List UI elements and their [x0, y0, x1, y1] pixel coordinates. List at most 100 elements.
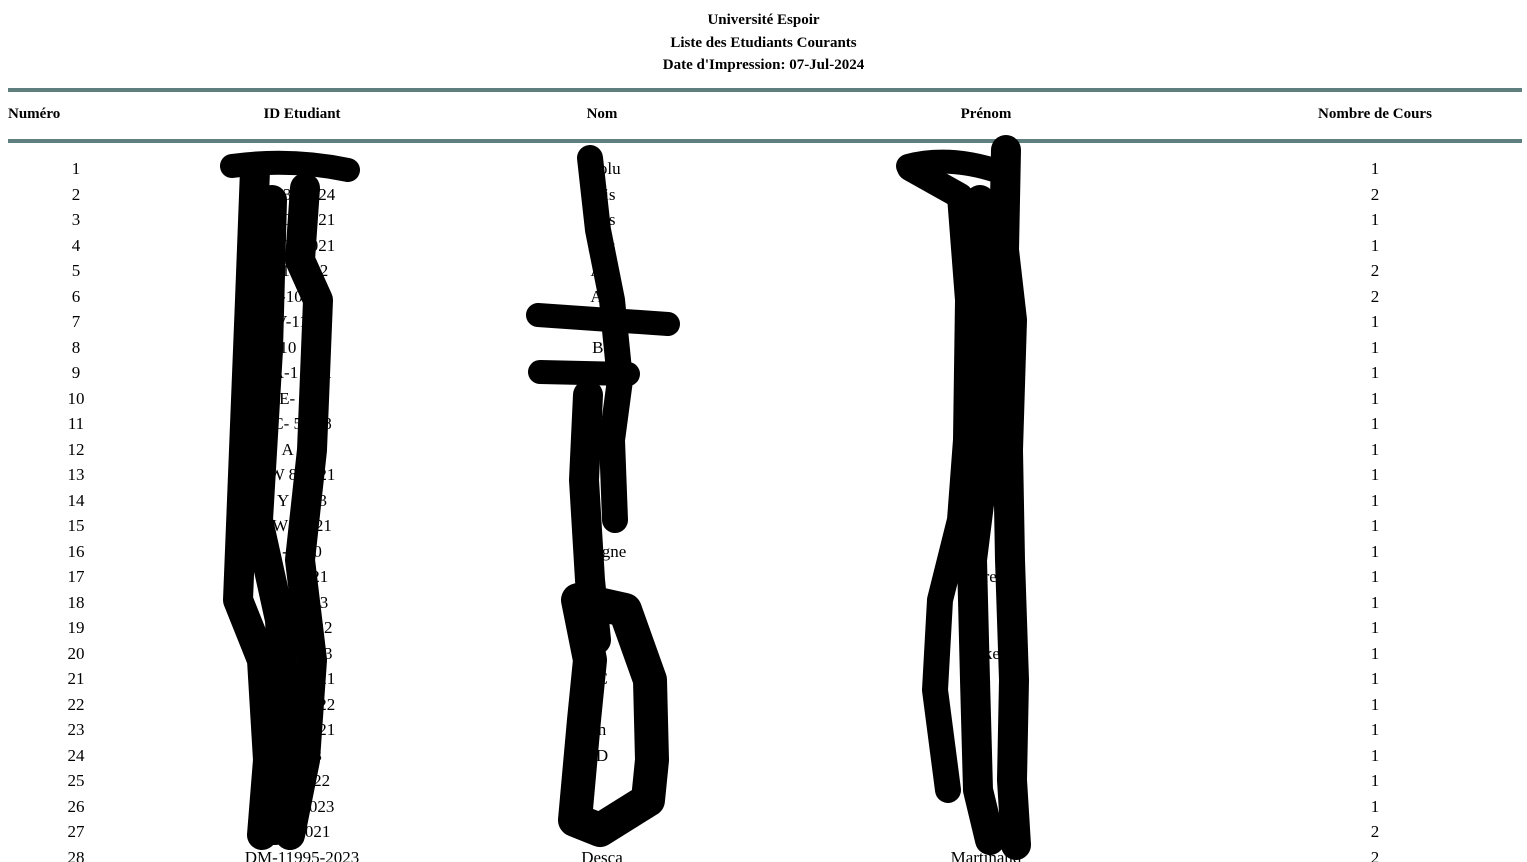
cell-numero: 14: [67, 490, 85, 510]
cell-nombre-de-cours: 1: [1370, 618, 1380, 637]
table-row: 2 -13 -2024 A is e 2: [8, 182, 1522, 208]
cell-nombre-de-cours: 1: [1370, 210, 1380, 229]
cell-nombre-de-cours: 1: [1370, 720, 1380, 739]
cell-prenom: r: [983, 796, 989, 816]
header-bottom-rule: [8, 139, 1522, 143]
cell-nom: A is: [588, 184, 616, 204]
institution-name: Université Espoir: [707, 12, 820, 28]
cell-numero: 1: [71, 159, 81, 178]
column-header-id-etudiant: ID Etudiant: [263, 106, 341, 122]
cell-numero: 25: [67, 771, 85, 790]
student-table-body: 1A olu rvens 1 2 -13 -2024 A is e 2 3 -10 -2021 A …: [8, 156, 1522, 862]
cell-id-etudiant: W 8 2021: [268, 465, 336, 484]
cell-numero: 24: [67, 745, 85, 765]
cell-id-etudiant: -10 22: [280, 286, 324, 306]
cell-numero: 9: [71, 363, 81, 382]
cell-id-etudiant: 37-2021: [273, 822, 331, 841]
table-row: 8 -10 7 22 Bo Jo y 1: [8, 335, 1522, 361]
cell-nombre-de-cours: 1: [1370, 439, 1380, 459]
cell-numero: 22: [67, 694, 85, 714]
cell-nombre-de-cours: 2: [1370, 184, 1380, 204]
cell-id-etudiant: -10 -2022: [268, 694, 336, 714]
cell-prenom: e: [982, 184, 990, 204]
cell-nombre-de-cours: 1: [1370, 312, 1380, 331]
cell-prenom: L: [980, 669, 992, 688]
cell-id-etudiant: V-11 23: [275, 312, 329, 331]
table-row: 25 D -2022 1: [8, 768, 1522, 794]
cell-id-etudiant: 0 -2021: [275, 567, 329, 586]
cell-id-etudiant: D 0-2023: [269, 796, 335, 816]
table-row: 21 -10 -2021 C L 1: [8, 666, 1522, 692]
cell-nom: A is: [588, 235, 616, 255]
cell-numero: 7: [71, 312, 81, 331]
cell-nom: A is: [588, 210, 616, 229]
table-row: 27 37-2021 M 2: [8, 819, 1522, 845]
cell-nombre-de-cours: 1: [1370, 771, 1380, 790]
table-row: 20 12 -2023 ke key 1: [8, 641, 1522, 667]
table-row: 4 -10 -2021 A is 1: [8, 233, 1522, 259]
cell-numero: 8: [71, 337, 81, 357]
cell-nombre-de-cours: 2: [1370, 286, 1380, 306]
cell-numero: 11: [67, 414, 85, 433]
cell-prenom: Martinaud: [950, 847, 1022, 862]
table-row: 15 W -2021 1: [8, 513, 1522, 539]
cell-nombre-de-cours: 2: [1370, 847, 1380, 862]
cell-id-etudiant: -10 -2021: [268, 210, 336, 229]
cell-numero: 10: [67, 388, 85, 408]
cell-nombre-de-cours: 1: [1370, 541, 1380, 561]
cell-nombre-de-cours: 1: [1370, 643, 1380, 663]
cell-nombre-de-cours: 1: [1370, 465, 1380, 484]
table-row: 17 0 -2021 s dre 1: [8, 564, 1522, 590]
cell-id-etudiant: 10 -2022: [271, 618, 333, 637]
table-row: 14 Y 2023 Y a 1: [8, 488, 1522, 514]
cell-numero: 16: [67, 541, 85, 561]
cell-numero: 12: [67, 439, 85, 459]
cell-numero: 15: [67, 516, 85, 535]
table-row: 1 A olu rvens 1: [8, 156, 1522, 182]
cell-prenom: Jo y: [972, 337, 1000, 357]
cell-prenom: W: [977, 465, 995, 484]
table-row: 26 D 0-2023 r 1: [8, 794, 1522, 820]
cell-numero: 5: [71, 261, 81, 280]
cell-nom: C ES: [584, 592, 620, 612]
cell-numero: 19: [67, 618, 85, 637]
cell-id-etudiant: -10 022: [275, 261, 329, 280]
cell-id-etudiant: 12 -2023: [271, 643, 333, 663]
cell-prenom: ke key: [963, 643, 1009, 663]
report-title: Liste des Etudiants Courants: [670, 34, 857, 51]
table-row: 28 DM-11995-2023 Desca Martinaud 2: [8, 845, 1522, 862]
cell-nombre-de-cours: 1: [1370, 592, 1380, 612]
cell-nombre-de-cours: 1: [1370, 388, 1380, 408]
cell-id-etudiant: 1 -2023: [275, 592, 329, 612]
cell-nombre-de-cours: 1: [1370, 516, 1380, 535]
table-row: 22 -10 -2022 1: [8, 692, 1522, 718]
table-row: 3 -10 -2021 A is 1: [8, 207, 1522, 233]
cell-nombre-de-cours: 1: [1370, 490, 1380, 510]
cell-nom: Bo: [592, 337, 612, 357]
table-row: 11 C- 5 018 1: [8, 411, 1522, 437]
cell-id-etudiant: -10 -2021: [268, 669, 336, 688]
cell-prenom: H e: [973, 286, 999, 306]
print-date: Date d'Impression: 07-Jul-2024: [662, 57, 865, 73]
column-header-numero: Numéro: [8, 106, 61, 122]
cell-numero: 6: [71, 286, 81, 306]
table-row: 16 -2020 Ch gne 1: [8, 539, 1522, 565]
cell-nombre-de-cours: 1: [1370, 796, 1380, 816]
cell-nom: s: [598, 567, 606, 586]
cell-nom: Ch gne: [577, 541, 627, 561]
cell-numero: 3: [71, 210, 81, 229]
cell-nombre-de-cours: 1: [1370, 669, 1380, 688]
cell-id-etudiant: A 021: [281, 439, 323, 459]
cell-id-etudiant: -10 -2021: [268, 235, 336, 255]
report-header: Université Espoir Liste des Etudiants Co…: [0, 0, 1527, 77]
cell-nombre-de-cours: 1: [1370, 337, 1380, 357]
cell-nombre-de-cours: 1: [1370, 235, 1380, 255]
column-header-nom: Nom: [586, 106, 618, 122]
cell-id-etudiant: E- 018: [279, 388, 325, 408]
cell-numero: 27: [67, 822, 85, 841]
cell-nom: A olu: [583, 159, 621, 178]
cell-numero: 17: [67, 567, 85, 586]
header-top-rule: [8, 88, 1522, 92]
cell-nombre-de-cours: 1: [1370, 414, 1380, 433]
cell-nom: ée: [594, 363, 610, 382]
